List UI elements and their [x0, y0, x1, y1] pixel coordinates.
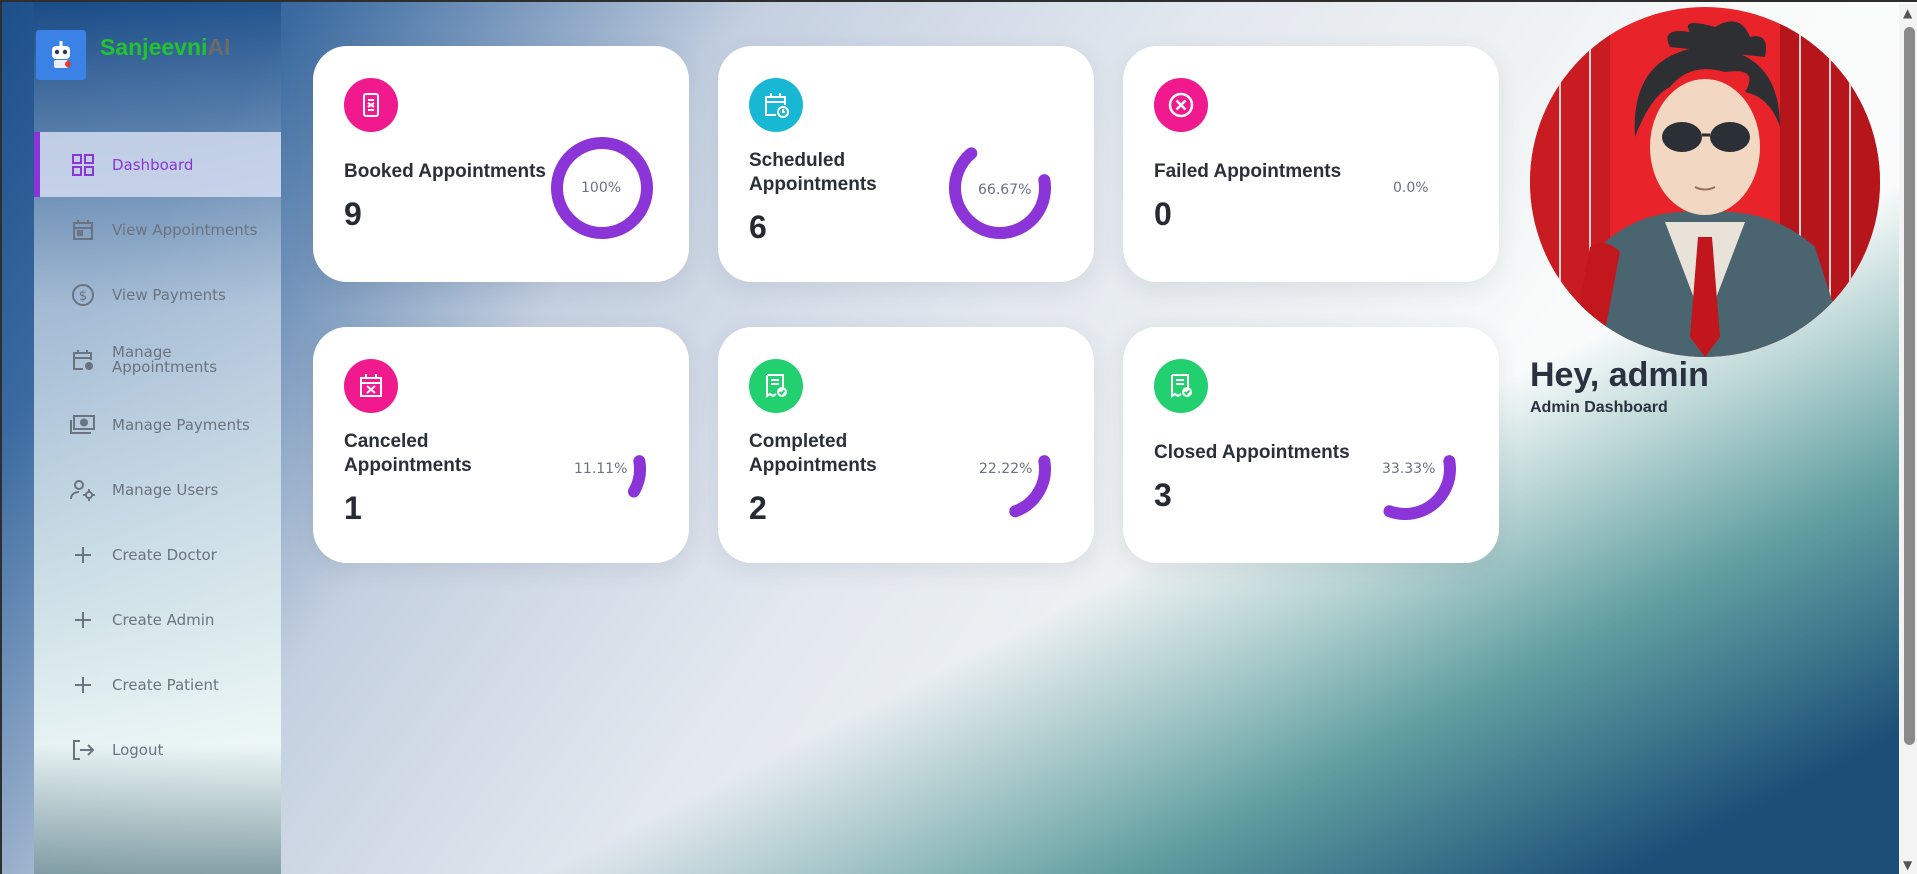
- sidebar-item-view-appointments[interactable]: View Appointments: [34, 197, 281, 262]
- sidebar-item-dashboard[interactable]: Dashboard: [34, 132, 281, 197]
- dashboard-subtitle: Admin Dashboard: [1530, 399, 1668, 416]
- dollar-circle-icon: $: [70, 282, 96, 308]
- sidebar-item-manage-appointments[interactable]: Manage Appointments: [34, 327, 281, 392]
- plus-icon: [70, 542, 96, 568]
- card-count: 3: [1154, 477, 1172, 513]
- logout-icon: [70, 737, 96, 763]
- plus-icon: [70, 672, 96, 698]
- card-title: Failed Appointments: [1154, 161, 1342, 182]
- card-percent: 11.11%: [574, 461, 628, 477]
- card-count: 0: [1154, 196, 1172, 232]
- card-count: 6: [749, 209, 767, 245]
- card-title: Closed Appointments: [1154, 442, 1350, 463]
- sidebar-item-label: View Payments: [112, 285, 226, 304]
- greeting: Hey, admin: [1530, 356, 1709, 394]
- card-percent: 0.0%: [1393, 180, 1429, 196]
- canceled-appointments-card[interactable]: Canceled Appointments 1 11.11%: [313, 327, 689, 563]
- sidebar-item-manage-payments[interactable]: Manage Payments: [34, 392, 281, 457]
- robot-logo-icon: [36, 30, 86, 80]
- sidebar-item-label: View Appointments: [112, 220, 258, 239]
- card-percent: 100%: [581, 180, 622, 196]
- card-count: 9: [344, 196, 362, 232]
- sidebar-item-label: Manage Payments: [112, 415, 250, 434]
- scheduled-appointments-card[interactable]: Scheduled Appointments 6 66.67%: [718, 46, 1094, 282]
- card-title: Completed Appointments: [749, 431, 877, 476]
- app-frame: SanjeevniAI Dashboard View Appointments: [0, 0, 1917, 874]
- brand-name: SanjeevniAI: [100, 34, 230, 61]
- calendar-clock-icon: [70, 347, 96, 373]
- sidebar-item-manage-users[interactable]: Manage Users: [34, 457, 281, 522]
- sidebar-item-create-admin[interactable]: Create Admin: [34, 587, 281, 652]
- cancel-circle-icon: [1154, 78, 1208, 132]
- sidebar-item-label: Manage Appointments: [112, 342, 218, 376]
- receipt-check-icon: [749, 359, 803, 413]
- scroll-up-icon[interactable]: ▲: [1903, 6, 1912, 20]
- card-title: Scheduled Appointments: [749, 150, 877, 195]
- sidebar-item-label: Create Admin: [112, 610, 215, 629]
- sidebar-item-logout[interactable]: Logout: [34, 717, 281, 782]
- card-percent: 33.33%: [1382, 461, 1436, 477]
- user-gear-icon: [70, 477, 96, 503]
- calendar-x-icon: [344, 359, 398, 413]
- brand-name-part1: Sanjeevni: [100, 34, 208, 60]
- plus-icon: [70, 607, 96, 633]
- sidebar-item-view-payments[interactable]: $ View Payments: [34, 262, 281, 327]
- booked-appointments-card[interactable]: Booked Appointments 9 100%: [313, 46, 689, 282]
- card-count: 1: [344, 490, 362, 526]
- receipt-check-icon: [1154, 359, 1208, 413]
- scrollbar-thumb[interactable]: [1904, 27, 1915, 745]
- brand-name-part2: AI: [207, 34, 231, 60]
- sidebar-item-label: Manage Users: [112, 480, 219, 499]
- card-title: Booked Appointments: [344, 161, 546, 182]
- money-bill-icon: [70, 412, 96, 438]
- scroll-down-icon[interactable]: ▼: [1903, 858, 1912, 872]
- svg-text:$: $: [79, 289, 87, 304]
- sidebar-item-label: Dashboard: [112, 155, 194, 174]
- calendar-clock-icon: [749, 78, 803, 132]
- card-count: 2: [749, 490, 767, 526]
- failed-appointments-card[interactable]: Failed Appointments 0 0.0%: [1123, 46, 1499, 282]
- card-title: Canceled Appointments: [344, 431, 472, 476]
- sidebar-item-label: Logout: [112, 740, 164, 759]
- brand[interactable]: SanjeevniAI: [36, 30, 230, 80]
- sidebar-item-label: Create Doctor: [112, 545, 217, 564]
- closed-appointments-card[interactable]: Closed Appointments 3 33.33%: [1123, 327, 1499, 563]
- completed-appointments-card[interactable]: Completed Appointments 2 22.22%: [718, 327, 1094, 563]
- sidebar-item-label: Create Patient: [112, 675, 219, 694]
- dashboard-grid-icon: [70, 152, 96, 178]
- sidebar-item-create-doctor[interactable]: Create Doctor: [34, 522, 281, 587]
- card-percent: 22.22%: [979, 461, 1033, 477]
- calendar-icon: [70, 217, 96, 243]
- booking-icon: [344, 78, 398, 132]
- sidebar-nav: Dashboard View Appointments $ View Payme…: [34, 132, 281, 782]
- avatar: [1530, 7, 1880, 357]
- sidebar-item-create-patient[interactable]: Create Patient: [34, 652, 281, 717]
- card-percent: 66.67%: [978, 182, 1032, 198]
